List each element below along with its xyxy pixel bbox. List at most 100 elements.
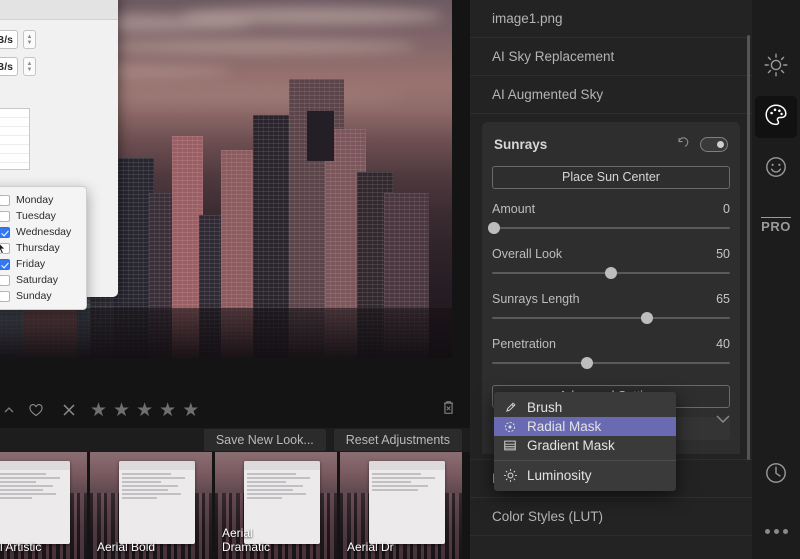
menu-item-label: Brush (527, 400, 562, 415)
slider-knob[interactable] (641, 312, 653, 324)
panel-item-color-styles[interactable]: Color Styles (LUT) (470, 498, 752, 536)
slider-value: 65 (716, 292, 730, 306)
sunrays-toggle[interactable] (700, 137, 728, 152)
heart-icon[interactable] (28, 402, 44, 418)
checkbox-monday[interactable] (0, 195, 10, 206)
list-item[interactable]: Aerial Artistic (0, 452, 87, 559)
menu-divider (494, 460, 676, 461)
schedule-list[interactable] (0, 108, 30, 170)
star-1[interactable]: ★ (90, 401, 107, 420)
panel-item-label: Color Styles (LUT) (492, 509, 730, 524)
place-sun-center-button[interactable]: Place Sun Center (492, 166, 730, 189)
list-item[interactable]: Sunday (0, 288, 86, 304)
list-item[interactable]: Monday (0, 192, 86, 208)
panel-item-ai-sky-replacement[interactable]: AI Sky Replacement (470, 38, 752, 76)
menu-item-label: Radial Mask (527, 419, 601, 434)
slider-knob[interactable] (581, 357, 593, 369)
page-title: image1.png (492, 11, 563, 26)
thumb-dialog-overlay (369, 461, 445, 544)
brush-icon (502, 401, 518, 415)
speed-field-row: 32 KB/s ▲▼ (0, 30, 110, 49)
mouse-cursor-icon (0, 241, 7, 258)
tool-rail: PRO (752, 0, 800, 559)
star-4[interactable]: ★ (159, 401, 176, 420)
radial-icon (502, 420, 518, 434)
gradient-icon (502, 439, 518, 452)
star-2[interactable]: ★ (113, 401, 130, 420)
slider-overall-look: Overall Look 50 (492, 247, 730, 279)
list-item[interactable]: Thursday (0, 240, 86, 256)
panel-scrollbar[interactable] (747, 35, 750, 460)
day-label: Thursday (16, 242, 60, 254)
checkbox-friday[interactable] (0, 259, 10, 270)
weekday-popup-menu[interactable]: Monday Tuesday Wednesday Thursday Friday (0, 186, 87, 310)
undo-icon[interactable] (676, 135, 690, 154)
menu-item-gradient-mask[interactable]: Gradient Mask (494, 436, 676, 455)
slider-track[interactable] (492, 357, 730, 369)
slider-knob[interactable] (488, 222, 500, 234)
menu-item-luminosity[interactable]: Luminosity (494, 466, 676, 485)
chevron-up-icon[interactable] (2, 403, 16, 417)
day-label: Friday (16, 258, 45, 270)
slider-track[interactable] (492, 267, 730, 279)
trash-icon[interactable] (441, 400, 456, 421)
upload-speed-field[interactable]: 59 KB/s (0, 57, 18, 76)
editor-area: ★ ★ ★ ★ ★ Save New Look... Reset Adjustm… (0, 0, 470, 559)
checkbox-saturday[interactable] (0, 275, 10, 286)
rating-bar: ★ ★ ★ ★ ★ (0, 392, 470, 428)
reject-icon[interactable] (62, 403, 76, 417)
rail-bottom-group (752, 447, 800, 559)
list-item[interactable]: Aerial Bold (90, 452, 212, 559)
speed-field-row: 59 KB/s ▲▼ (0, 57, 110, 76)
upload-speed-stepper[interactable]: ▲▼ (23, 57, 36, 76)
checkbox-sunday[interactable] (0, 291, 10, 302)
list-item[interactable]: Saturday (0, 272, 86, 288)
reset-adjustments-button[interactable]: Reset Adjustments (334, 429, 462, 451)
list-item[interactable]: Wednesday (0, 224, 86, 240)
list-item[interactable]: Aerial Dramatic (215, 452, 337, 559)
rail-item-pro[interactable]: PRO (752, 200, 800, 250)
active-note-label: are active (0, 90, 110, 102)
looks-thumbnail-strip[interactable]: Aerial Artistic Aerial Bold Aerial Drama… (0, 452, 470, 559)
panel-item-ai-augmented-sky[interactable]: AI Augmented Sky (470, 76, 752, 114)
edit-mask-dropdown[interactable]: Brush Radial Mask Gradient Mask Luminosi (494, 392, 676, 491)
portrait-icon (763, 154, 789, 185)
day-label: Tuesday (16, 210, 56, 222)
adjustments-panel: image1.png AI Sky Replacement AI Augment… (470, 0, 752, 559)
pro-badge: PRO (761, 217, 791, 234)
day-label: Sunday (16, 290, 52, 302)
save-new-look-button[interactable]: Save New Look... (204, 429, 326, 451)
rail-item-portrait[interactable] (752, 144, 800, 194)
rail-item-essentials[interactable] (752, 42, 800, 92)
menu-item-brush[interactable]: Brush (494, 398, 676, 417)
star-3[interactable]: ★ (136, 401, 153, 420)
slider-value: 0 (723, 202, 730, 216)
checkbox-tuesday[interactable] (0, 211, 10, 222)
slider-track[interactable] (492, 222, 730, 234)
list-item[interactable]: Tuesday (0, 208, 86, 224)
list-item[interactable]: Aerial Dr (340, 452, 462, 559)
slider-track[interactable] (492, 312, 730, 324)
looks-action-bar: Save New Look... Reset Adjustments (0, 428, 470, 452)
list-item[interactable]: Friday (0, 256, 86, 272)
day-label: Monday (16, 194, 53, 206)
star-rating[interactable]: ★ ★ ★ ★ ★ (90, 401, 199, 420)
download-speed-field[interactable]: 32 KB/s (0, 30, 18, 49)
star-5[interactable]: ★ (182, 401, 199, 420)
rail-item-creative[interactable] (755, 96, 797, 138)
chevron-down-icon[interactable] (716, 412, 730, 427)
download-speed-stepper[interactable]: ▲▼ (23, 30, 36, 49)
panel-item-extra[interactable] (470, 536, 752, 559)
thumb-label: Aerial Artistic (0, 540, 83, 554)
slider-sunrays-length: Sunrays Length 65 (492, 292, 730, 324)
rail-item-more[interactable] (752, 503, 800, 559)
slider-knob[interactable] (605, 267, 617, 279)
checkbox-wednesday[interactable] (0, 227, 10, 238)
thumb-dialog-overlay (0, 461, 70, 544)
slider-penetration: Penetration 40 (492, 337, 730, 369)
rail-item-history[interactable] (752, 447, 800, 503)
slider-label: Sunrays Length (492, 292, 580, 306)
day-label: Wednesday (16, 226, 71, 238)
luminosity-icon (502, 468, 518, 483)
menu-item-radial-mask[interactable]: Radial Mask (494, 417, 676, 436)
